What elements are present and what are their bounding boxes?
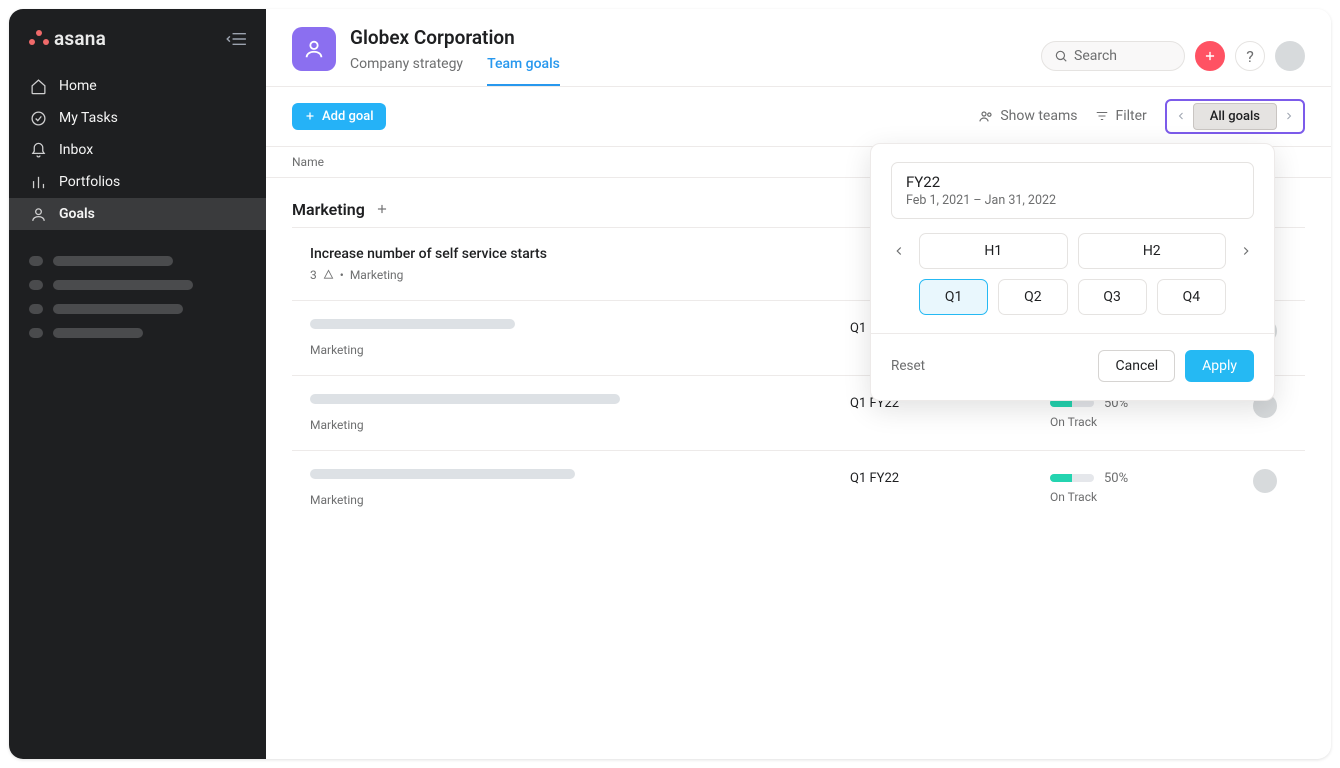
add-section-button[interactable] (375, 202, 389, 216)
chevron-right-icon (1239, 244, 1253, 258)
search-input[interactable]: Search (1041, 41, 1185, 71)
toolbar: Add goal Show teams Filter All goals (266, 87, 1331, 146)
nav-item-home[interactable]: Home (9, 70, 266, 102)
popover-next-button[interactable] (1238, 244, 1254, 258)
filter-link[interactable]: Filter (1095, 108, 1146, 124)
period-next-button[interactable] (1277, 104, 1301, 128)
asana-dots-icon (29, 30, 49, 48)
period-prev-button[interactable] (1169, 104, 1193, 128)
collapse-sidebar-icon[interactable] (226, 31, 248, 47)
fiscal-year-box[interactable]: FY22 Feb 1, 2021 – Jan 31, 2022 (891, 162, 1254, 219)
goal-title-placeholder (310, 394, 620, 404)
brand-logo[interactable]: asana (29, 27, 106, 50)
nav-label: Inbox (59, 142, 93, 158)
person-icon (29, 205, 47, 223)
progress-bar (1050, 474, 1094, 482)
chevron-left-icon (1175, 110, 1187, 122)
nav-label: Goals (59, 206, 95, 222)
section-title: Marketing (292, 200, 365, 219)
chevron-left-icon (892, 244, 906, 258)
bar-chart-icon (29, 173, 47, 191)
owner-avatar[interactable] (1253, 469, 1277, 493)
add-goal-label: Add goal (322, 109, 374, 124)
nav-label: My Tasks (59, 110, 118, 126)
goal-team: Marketing (350, 268, 404, 282)
progress-status: On Track (1050, 490, 1220, 504)
option-q3[interactable]: Q3 (1078, 279, 1147, 315)
filter-icon (1095, 109, 1109, 123)
meta-separator: • (340, 268, 344, 282)
period-popover: FY22 Feb 1, 2021 – Jan 31, 2022 H1 H2 Q1… (870, 143, 1275, 401)
plus-icon (304, 110, 316, 122)
nav-item-portfolios[interactable]: Portfolios (9, 166, 266, 198)
search-placeholder: Search (1074, 48, 1117, 64)
option-q1[interactable]: Q1 (919, 279, 988, 315)
reset-link[interactable]: Reset (891, 358, 925, 374)
plus-icon (375, 202, 389, 216)
nav-label: Home (59, 78, 97, 94)
check-circle-icon (29, 109, 47, 127)
nav-item-inbox[interactable]: Inbox (9, 134, 266, 166)
fy-label: FY22 (906, 173, 1239, 191)
user-avatar[interactable] (1275, 41, 1305, 71)
goal-team: Marketing (310, 418, 364, 432)
question-icon: ? (1246, 47, 1254, 66)
page-title: Globex Corporation (350, 27, 560, 50)
nav-item-my-tasks[interactable]: My Tasks (9, 102, 266, 134)
option-h2[interactable]: H2 (1078, 233, 1227, 269)
search-icon (1054, 49, 1068, 63)
goal-row[interactable]: Marketing Q1 FY22 50% On Track (292, 450, 1305, 525)
subgoals-icon (323, 269, 334, 280)
team-avatar[interactable] (292, 27, 336, 71)
cancel-button[interactable]: Cancel (1098, 350, 1175, 382)
fy-range: Feb 1, 2021 – Jan 31, 2022 (906, 193, 1239, 208)
plus-icon (1203, 49, 1217, 63)
team-icon (978, 108, 994, 124)
apply-button[interactable]: Apply (1185, 350, 1254, 382)
subgoal-count: 3 (310, 268, 317, 282)
option-q4[interactable]: Q4 (1157, 279, 1226, 315)
period-label-button[interactable]: All goals (1193, 103, 1277, 130)
goal-team: Marketing (310, 493, 364, 507)
period-selector: All goals (1165, 99, 1305, 134)
page-header: Globex Corporation Company strategy Team… (266, 9, 1331, 87)
sidebar-skeleton (9, 236, 266, 358)
filter-label: Filter (1115, 108, 1146, 124)
tab-company-strategy[interactable]: Company strategy (350, 52, 463, 86)
show-teams-label: Show teams (1000, 108, 1077, 124)
bell-icon (29, 141, 47, 159)
main-content: Globex Corporation Company strategy Team… (266, 9, 1331, 759)
goal-title: Increase number of self service starts (310, 246, 830, 262)
help-button[interactable]: ? (1235, 41, 1265, 71)
tab-team-goals[interactable]: Team goals (487, 52, 560, 86)
goal-team: Marketing (310, 343, 364, 357)
goal-period: Q1 FY22 (850, 469, 1030, 486)
progress-status: On Track (1050, 415, 1220, 429)
show-teams-link[interactable]: Show teams (978, 108, 1077, 124)
progress-pct: 50% (1104, 471, 1128, 486)
add-button[interactable] (1195, 41, 1225, 71)
primary-nav: Home My Tasks Inbox Portfolios Goals (9, 64, 266, 236)
home-icon (29, 77, 47, 95)
brand-name: asana (54, 27, 106, 50)
sidebar: asana Home My Tasks Inbox Portfolios (9, 9, 266, 759)
option-q2[interactable]: Q2 (998, 279, 1067, 315)
popover-prev-button[interactable] (891, 244, 907, 258)
nav-item-goals[interactable]: Goals (9, 198, 266, 230)
goal-title-placeholder (310, 319, 515, 329)
add-goal-button[interactable]: Add goal (292, 103, 386, 130)
chevron-right-icon (1283, 110, 1295, 122)
option-h1[interactable]: H1 (919, 233, 1068, 269)
nav-label: Portfolios (59, 174, 120, 190)
goal-title-placeholder (310, 469, 575, 479)
